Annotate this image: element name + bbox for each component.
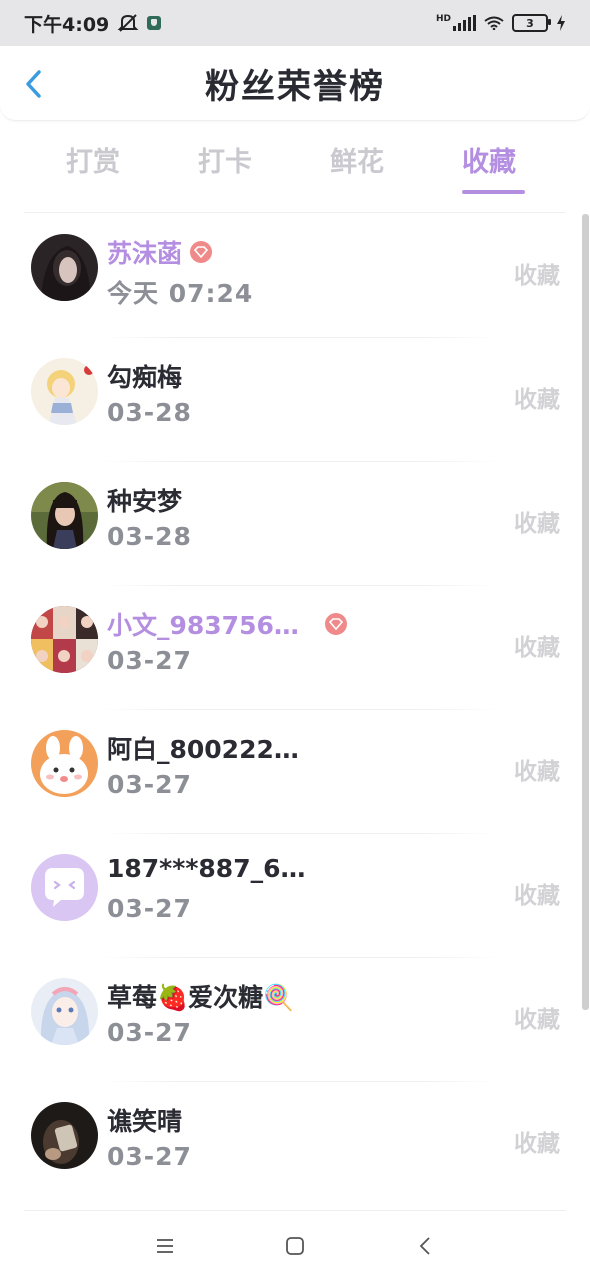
tab-favorites[interactable]: 收藏: [462, 140, 516, 179]
page-header: 粉丝荣誉榜: [0, 46, 590, 121]
page-title: 粉丝荣誉榜: [205, 66, 385, 107]
name-line: 谯笑晴: [107, 1102, 182, 1138]
tab-reward[interactable]: 打赏: [66, 140, 120, 179]
list-item[interactable]: 苏沫菡 今天 07:24 收藏: [0, 214, 590, 338]
home-square-icon: [286, 1237, 304, 1255]
timestamp: 03-28: [107, 398, 192, 427]
user-name[interactable]: 种安梦: [107, 482, 182, 518]
security-shield-icon: [147, 16, 162, 30]
timestamp: 03-27: [107, 1142, 192, 1171]
user-name[interactable]: 阿白_800222…: [107, 730, 299, 766]
status-bar: 下午4:09 HD 3: [0, 0, 590, 46]
vip-diamond-icon: [324, 613, 347, 635]
battery-level: 3: [526, 16, 534, 30]
list-item[interactable]: 草莓🍓爱次糖🍭 03-27 收藏: [0, 958, 590, 1082]
tab-flowers[interactable]: 鲜花: [330, 140, 384, 179]
mute-icon: [117, 14, 139, 32]
timestamp: 03-27: [107, 1018, 192, 1047]
avatar[interactable]: [31, 358, 98, 425]
list-item[interactable]: 勾痴梅 03-28 收藏: [0, 338, 590, 462]
name-line: 种安梦: [107, 482, 182, 518]
name-line: 187***887_6…: [107, 854, 306, 883]
favorite-label: 收藏: [514, 511, 560, 537]
avatar[interactable]: [31, 606, 98, 673]
name-line: 草莓🍓爱次糖🍭: [107, 978, 294, 1014]
vip-diamond-icon: [190, 241, 213, 263]
user-name[interactable]: 苏沫菡: [107, 234, 182, 270]
scrollbar[interactable]: [582, 214, 589, 1010]
favorite-label: 收藏: [514, 635, 560, 661]
avatar[interactable]: [31, 854, 98, 921]
name-line: 阿白_800222…: [107, 730, 299, 766]
divider: [24, 212, 566, 213]
favorite-label: 收藏: [514, 759, 560, 785]
back-button[interactable]: [18, 64, 48, 104]
charging-icon: [557, 15, 565, 31]
name-line: 小文_983756…: [107, 606, 347, 642]
list-item[interactable]: 187***887_6… 03-27 收藏: [0, 834, 590, 958]
battery-icon: 3: [512, 14, 551, 32]
list-item[interactable]: 谯笑晴 03-27 收藏: [0, 1082, 590, 1206]
timestamp: 03-27: [107, 894, 192, 923]
list-item[interactable]: 阿白_800222… 03-27 收藏: [0, 710, 590, 834]
name-line: 勾痴梅: [107, 358, 182, 394]
timestamp: 03-27: [107, 646, 192, 675]
avatar[interactable]: [31, 730, 98, 797]
list-item[interactable]: 种安梦 03-28 收藏: [0, 462, 590, 586]
favorite-label: 收藏: [514, 883, 560, 909]
system-nav-bar: [0, 1212, 590, 1280]
tab-checkin[interactable]: 打卡: [198, 140, 252, 179]
timestamp: 今天 07:24: [107, 279, 254, 308]
avatar[interactable]: [31, 482, 98, 549]
user-name[interactable]: 谯笑晴: [107, 1102, 182, 1138]
network-type: HD: [435, 14, 451, 24]
status-left: 下午4:09: [24, 10, 162, 37]
chevron-left-icon: [26, 70, 41, 98]
timestamp: 03-28: [107, 522, 192, 551]
home-button[interactable]: [275, 1226, 315, 1266]
menu-button[interactable]: [145, 1226, 185, 1266]
user-name[interactable]: 187***887_6…: [107, 854, 306, 883]
favorite-label: 收藏: [514, 263, 560, 289]
active-tab-indicator: [462, 190, 525, 194]
status-right: HD 3: [436, 14, 566, 32]
divider: [24, 1210, 566, 1211]
favorite-label: 收藏: [514, 387, 560, 413]
user-name[interactable]: 草莓🍓爱次糖🍭: [107, 978, 294, 1014]
timestamp: 03-27: [107, 770, 192, 799]
avatar[interactable]: [31, 1102, 98, 1169]
avatar[interactable]: [31, 234, 98, 301]
back-nav-button[interactable]: [405, 1226, 445, 1266]
user-name[interactable]: 勾痴梅: [107, 358, 182, 394]
fan-list: 苏沫菡 今天 07:24 收藏 勾痴梅 03-28 收藏 种安梦 03-28 收…: [0, 214, 590, 1206]
list-item[interactable]: 小文_983756… 03-27 收藏: [0, 586, 590, 710]
back-triangle-icon: [419, 1237, 430, 1255]
wifi-icon: [484, 16, 504, 30]
avatar[interactable]: [31, 978, 98, 1045]
user-name[interactable]: 小文_983756…: [107, 606, 299, 642]
signal-icon: [453, 15, 476, 31]
name-line: 苏沫菡: [107, 234, 213, 270]
menu-icon: [157, 1239, 173, 1253]
favorite-label: 收藏: [514, 1007, 560, 1033]
favorite-label: 收藏: [514, 1131, 560, 1157]
clock: 下午4:09: [24, 13, 110, 36]
